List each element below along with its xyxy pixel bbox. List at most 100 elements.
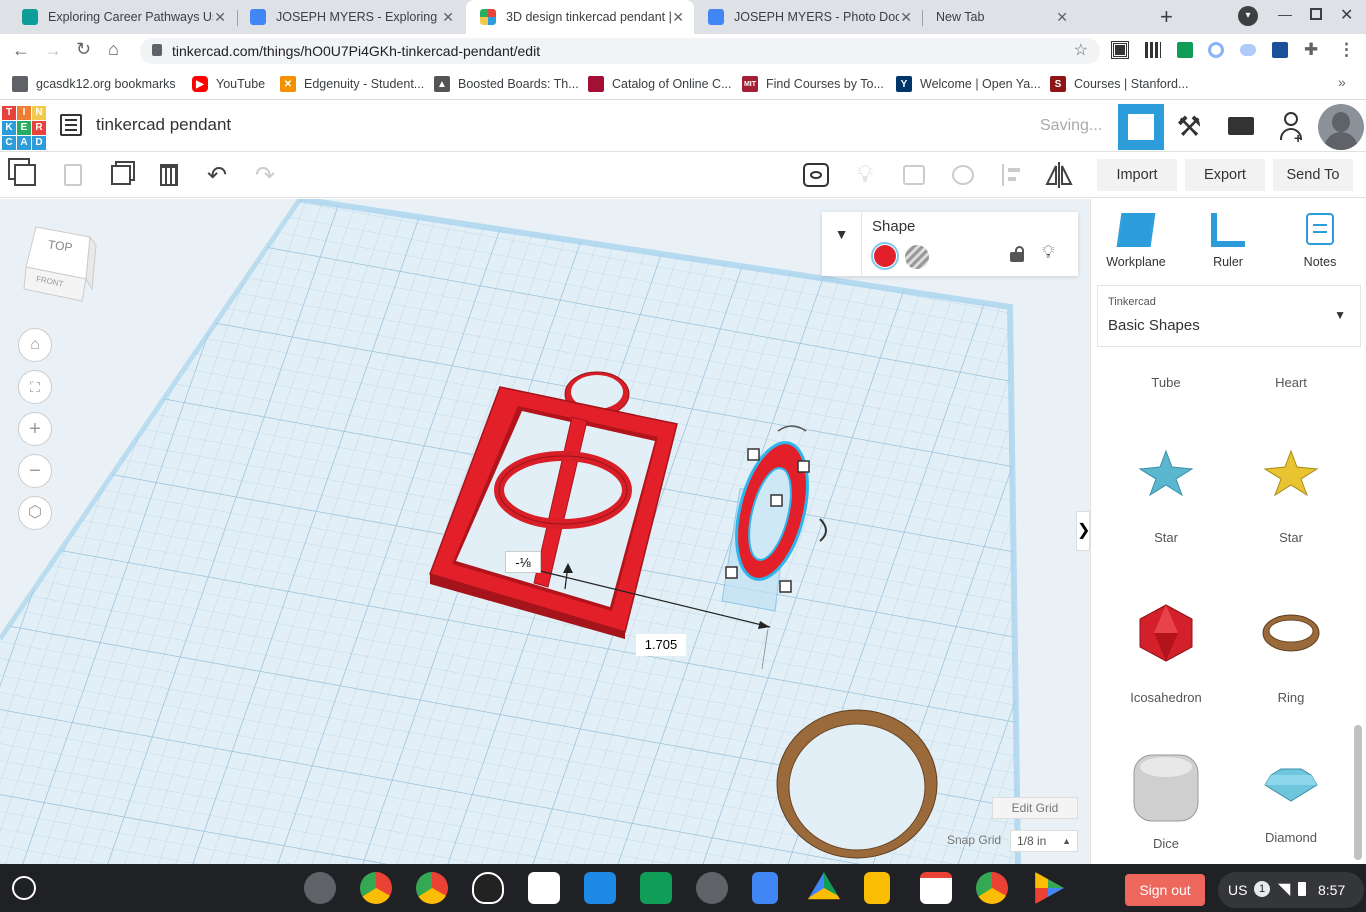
sheets-extension-icon[interactable] (1177, 42, 1193, 58)
close-icon[interactable]: ✕ (672, 9, 684, 26)
delete-button[interactable] (152, 158, 186, 192)
new-tab-plus-icon[interactable]: + (1160, 4, 1173, 30)
tinkercad-logo[interactable]: T I N K E R C A D (2, 106, 46, 150)
classroom-icon[interactable] (640, 872, 672, 904)
close-icon[interactable]: ✕ (214, 9, 226, 26)
close-icon[interactable]: ✕ (900, 9, 912, 26)
distance-dimension-input[interactable]: 1.705 (636, 634, 686, 656)
resize-handle[interactable] (725, 566, 738, 579)
perspective-button[interactable]: ⬡ (18, 496, 52, 530)
duplicate-button[interactable] (104, 158, 138, 192)
solid-color-swatch[interactable] (871, 242, 899, 270)
send-to-button[interactable]: Send To (1273, 159, 1353, 191)
align-button[interactable] (995, 158, 1029, 192)
resize-handle[interactable] (747, 448, 760, 461)
address-bar[interactable]: tinkercad.com/things/hO0U7Pi4GKh-tinkerc… (140, 38, 1100, 64)
sign-out-button[interactable]: Sign out (1125, 874, 1205, 906)
fit-view-button[interactable]: ⛶ (18, 370, 52, 404)
notes-tool[interactable]: Notes (1289, 213, 1351, 269)
reload-icon[interactable]: ↻ (76, 39, 91, 60)
x-app-icon[interactable] (584, 872, 616, 904)
tab-new-tab[interactable]: New Tab ✕ (922, 0, 1150, 34)
zoom-in-button[interactable]: + (18, 412, 52, 446)
shape-icosahedron[interactable]: Icosahedron (1106, 603, 1226, 705)
system-tray[interactable]: US 1 ◥ 8:57 (1218, 872, 1364, 908)
redo-button[interactable]: ↷ (248, 158, 282, 192)
pearson-testnav-icon[interactable] (528, 872, 560, 904)
shape-star-yellow[interactable]: Star (1231, 447, 1351, 545)
library-selector[interactable]: Tinkercad Basic Shapes ▼ (1097, 285, 1361, 347)
camera-app-icon[interactable] (304, 872, 336, 904)
ruler-tool[interactable]: Ruler (1197, 213, 1259, 269)
paste-button[interactable] (56, 158, 90, 192)
chrome-app-icon[interactable] (976, 872, 1008, 904)
design-title[interactable]: tinkercad pendant (96, 115, 231, 135)
bookmark-yale[interactable]: Y Welcome | Open Ya... (896, 75, 1041, 93)
design-list-icon[interactable] (60, 114, 82, 136)
shape-diamond[interactable]: Diamond (1231, 767, 1351, 845)
resize-handle[interactable] (797, 460, 810, 473)
bookmark-star-icon[interactable]: ☆ (1074, 40, 1088, 60)
close-window-icon[interactable]: ✕ (1340, 5, 1353, 25)
ring-shape[interactable] (776, 709, 938, 859)
launcher-icon[interactable] (12, 876, 36, 900)
hole-swatch[interactable] (905, 245, 929, 269)
more-bookmarks-chevron-icon[interactable]: » (1338, 74, 1346, 90)
panel-scrollbar[interactable] (1354, 725, 1362, 860)
bookmark-mit[interactable]: MIT Find Courses by To... (742, 75, 884, 93)
tab-exploring-career[interactable]: Exploring Career Pathways Us ✕ (8, 0, 236, 34)
shape-heart[interactable]: Heart (1231, 375, 1351, 390)
copy-button[interactable] (8, 158, 42, 192)
extension-circle-icon[interactable] (1208, 42, 1224, 58)
qr-code-icon[interactable] (1145, 42, 1161, 58)
bookmark-harvard[interactable]: Catalog of Online C... (588, 75, 732, 93)
mirror-button[interactable] (1042, 158, 1076, 192)
expand-panel-chevron-icon[interactable]: ❯ (1076, 511, 1090, 551)
export-button[interactable]: Export (1185, 159, 1265, 191)
restore-icon[interactable] (1310, 8, 1322, 20)
docs-icon[interactable] (752, 872, 778, 904)
extension-cloud-icon[interactable] (1240, 44, 1256, 56)
close-icon[interactable]: ✕ (1056, 9, 1068, 26)
workplane-scene[interactable] (0, 199, 1090, 864)
tab-joseph-myers-photo[interactable]: JOSEPH MYERS - Photo Docum ✕ (694, 0, 922, 34)
home-icon[interactable]: ⌂ (108, 39, 119, 60)
workplane-viewport[interactable]: -⅛ 1.705 TOP FRONT ⌂ ⛶ + − ⬡ ▼ Shape 💡︎ … (0, 199, 1090, 864)
bookmark-gcasdk12[interactable]: gcasdk12.org bookmarks (12, 75, 176, 93)
collapse-inspector-chevron-icon[interactable]: ▼ (822, 212, 862, 276)
ungroup-button[interactable] (946, 158, 980, 192)
edit-grid-button[interactable]: Edit Grid (992, 797, 1078, 819)
avatar[interactable] (1318, 104, 1364, 150)
bricks-icon[interactable] (1228, 117, 1254, 135)
close-icon[interactable]: ✕ (442, 9, 454, 26)
menu-kebab-icon[interactable]: ⋮ (1338, 40, 1355, 60)
extensions-puzzle-icon[interactable]: ✚ (1304, 40, 1318, 60)
bookmark-boosted[interactable]: ▲ Boosted Boards: Th... (434, 75, 579, 93)
gmail-icon[interactable] (920, 872, 952, 904)
back-arrow-icon[interactable]: ← (12, 40, 30, 61)
3d-view-grid-button[interactable] (1118, 104, 1164, 150)
chrome-app-icon[interactable] (360, 872, 392, 904)
view-cube[interactable]: TOP FRONT (22, 219, 98, 305)
workplane-tool[interactable]: Workplane (1105, 213, 1167, 269)
shape-star-teal[interactable]: Star (1106, 447, 1226, 545)
unlock-icon[interactable] (1010, 246, 1024, 262)
qr-extension-icon[interactable] (1111, 41, 1129, 59)
minecraft-pickaxe-icon[interactable]: ⚒ (1172, 110, 1206, 144)
light-bulb-icon[interactable]: 💡︎ (1042, 242, 1055, 263)
home-view-button[interactable]: ⌂ (18, 328, 52, 362)
minimize-icon[interactable]: — (1278, 6, 1292, 22)
extension-blue-icon[interactable] (1272, 42, 1288, 58)
tab-joseph-myers-exploring[interactable]: JOSEPH MYERS - Exploring Ca ✕ (236, 0, 464, 34)
tab-search-chevron-icon[interactable]: ▾ (1238, 6, 1258, 26)
notes-toggle-button[interactable] (799, 158, 833, 192)
zoom-out-button[interactable]: − (18, 454, 52, 488)
undo-button[interactable]: ↶ (200, 158, 234, 192)
shape-ring[interactable]: Ring (1231, 603, 1351, 705)
tab-tinkercad-active[interactable]: 3D design tinkercad pendant | ✕ (466, 0, 694, 34)
forward-arrow-icon[interactable]: → (44, 40, 62, 61)
shape-dice[interactable]: Dice (1106, 749, 1226, 851)
camera-app-icon[interactable] (696, 872, 728, 904)
offset-dimension-input[interactable]: -⅛ (505, 551, 541, 573)
bookmark-edgenuity[interactable]: ✕ Edgenuity - Student... (280, 75, 424, 93)
